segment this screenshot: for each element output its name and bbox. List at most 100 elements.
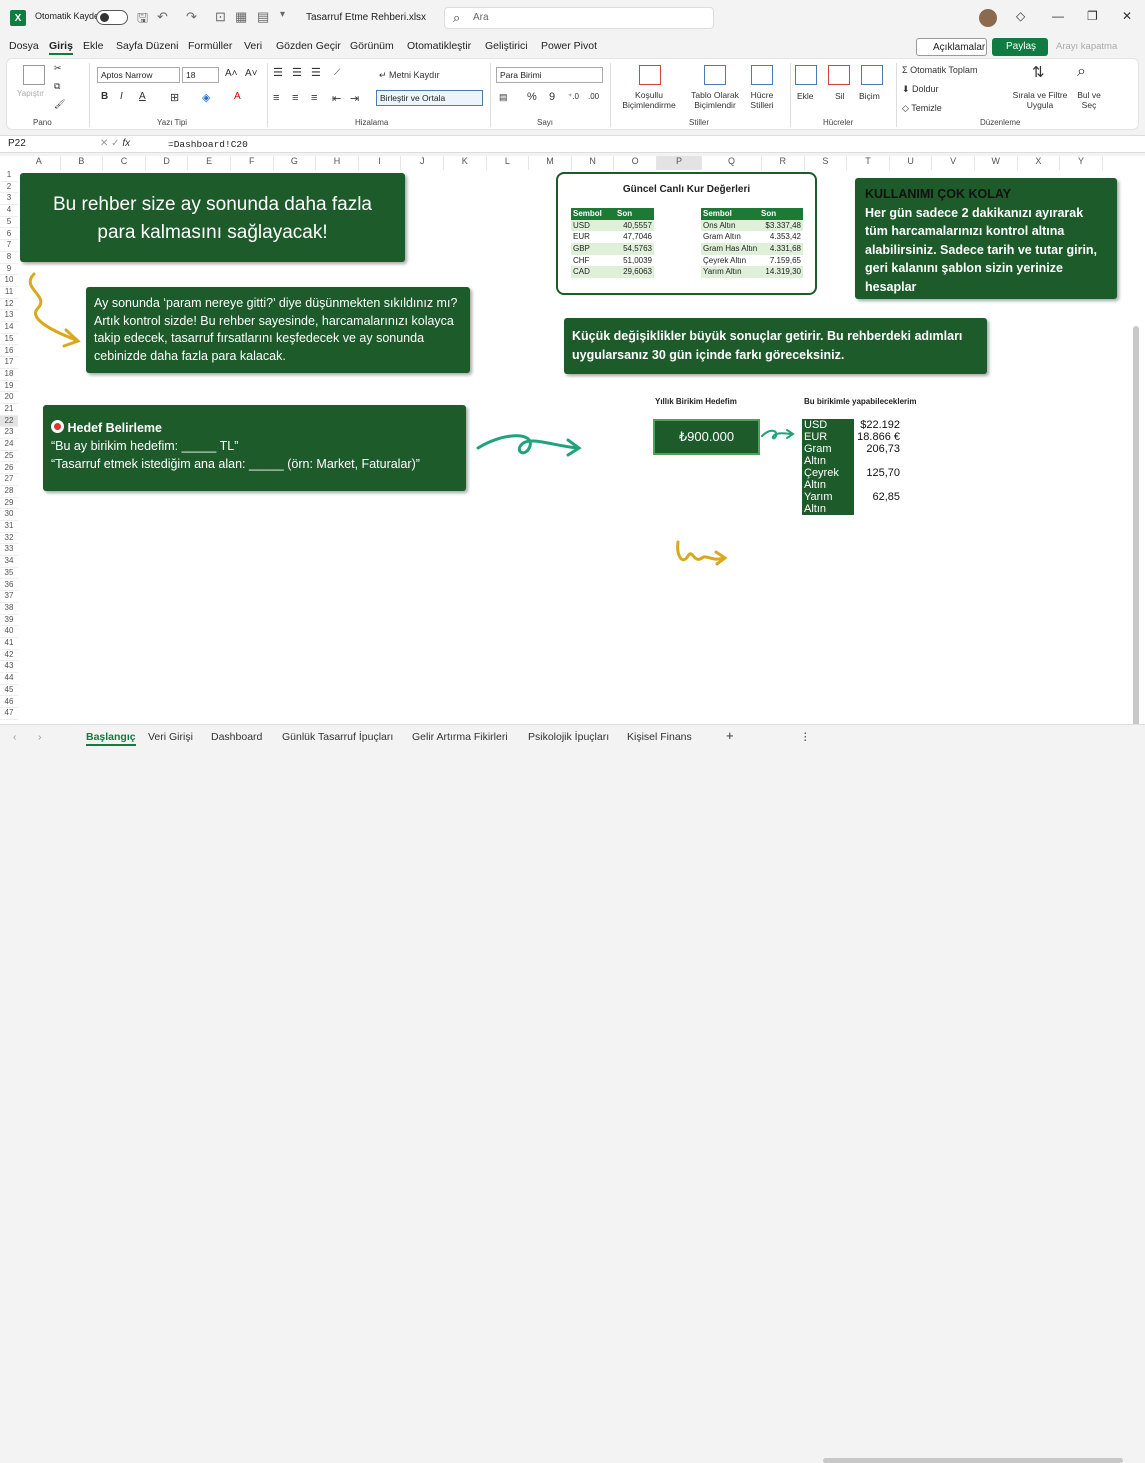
menu-formuller[interactable]: Formüller	[188, 40, 232, 52]
fx-icon[interactable]: ✕ ✓ fx	[100, 138, 130, 149]
file-title[interactable]: Tasarruf Etme Rehberi.xlsx	[306, 12, 426, 23]
row-header[interactable]: 23	[0, 427, 18, 440]
add-sheet-icon[interactable]: +	[726, 728, 734, 743]
row-label[interactable]: CHF	[571, 255, 615, 267]
menu-otomatiklestir[interactable]: Otomatikleştir	[407, 40, 471, 52]
copy-icon[interactable]: ⧉	[54, 81, 60, 92]
decrease-indent-icon[interactable]: ⇤	[332, 92, 341, 105]
orientation-icon[interactable]: ⟋	[334, 67, 340, 78]
name-box[interactable]: P22	[6, 138, 78, 152]
tab-kisisel-finans[interactable]: Kişisel Finans	[627, 731, 692, 743]
row-header[interactable]: 21	[0, 404, 18, 416]
tab-gunluk-tasarruf[interactable]: Günlük Tasarruf İpuçları	[282, 731, 393, 743]
row-value[interactable]: 51,0039	[615, 255, 654, 267]
row-header[interactable]: 47	[0, 708, 18, 720]
maximize-icon[interactable]: ❐	[1087, 9, 1098, 23]
row-header[interactable]: 32	[0, 532, 18, 545]
row-value[interactable]: 62,85	[854, 491, 902, 515]
row-header[interactable]: 18	[0, 368, 18, 381]
row-header[interactable]: 17	[0, 357, 18, 369]
comma-icon[interactable]: 9	[549, 91, 555, 103]
row-label[interactable]: EUR	[571, 231, 615, 243]
worksheet[interactable]: ABCDEFGHIJKLMNOPQRSTUVWXY 1 2 3 4 5 6 7 8 9 10 11 1…	[0, 156, 1145, 724]
row-header[interactable]: 39	[0, 614, 18, 627]
menu-ekle[interactable]: Ekle	[83, 40, 103, 52]
save-icon[interactable]: 🖫	[137, 9, 148, 31]
column-header[interactable]: G	[273, 156, 317, 170]
paste-icon[interactable]	[23, 65, 45, 85]
row-header[interactable]: 19	[0, 380, 18, 393]
row-header[interactable]: 37	[0, 591, 18, 603]
row-header[interactable]: 4	[0, 205, 18, 217]
underline-icon[interactable]: A	[139, 91, 146, 102]
row-value[interactable]: $22.192	[854, 419, 902, 431]
row-value[interactable]: 206,73	[854, 443, 902, 467]
column-header[interactable]: N	[571, 156, 615, 170]
row-value[interactable]: 54,5763	[615, 243, 654, 255]
align-center-icon[interactable]: ≡	[292, 92, 298, 104]
row-header[interactable]: 33	[0, 544, 18, 557]
symbol-header[interactable]: Sembol	[571, 208, 615, 220]
font-shrink-icon[interactable]: A˅	[245, 68, 258, 79]
camera-icon[interactable]: ⊡	[215, 9, 226, 25]
row-label[interactable]: Yarım Altın	[701, 266, 759, 278]
small-changes-card[interactable]: Küçük değişiklikler büyük sonuçlar getir…	[564, 318, 987, 374]
increase-decimal-icon[interactable]: ⁺.0	[568, 92, 579, 101]
row-header[interactable]: 22	[0, 415, 18, 428]
row-value[interactable]: 125,70	[854, 467, 902, 491]
tab-psikolojik[interactable]: Psikolojik İpuçları	[528, 731, 609, 743]
format-table-icon[interactable]	[704, 65, 726, 85]
search-input[interactable]: ⌕ Ara	[444, 7, 714, 29]
clear-button[interactable]: ◇ Temizle	[902, 103, 942, 114]
row-header[interactable]: 41	[0, 638, 18, 650]
column-header[interactable]: H	[316, 156, 359, 170]
delete-cells-label[interactable]: Sil	[835, 91, 844, 101]
border-icon[interactable]: ⊞	[170, 91, 179, 104]
find-select-icon[interactable]: ⌕	[1077, 63, 1086, 81]
more-options-icon[interactable]: ⋮	[800, 731, 811, 743]
menu-giris[interactable]: Giriş	[49, 40, 73, 55]
row-header[interactable]: 34	[0, 556, 18, 568]
accounting-icon[interactable]: ▤	[499, 92, 508, 103]
percent-icon[interactable]: %	[527, 91, 537, 103]
menu-power-pivot[interactable]: Power Pivot	[541, 40, 597, 52]
row-header[interactable]: 10	[0, 275, 18, 287]
row-header[interactable]: 13	[0, 310, 18, 323]
find-select-label[interactable]: Bul ve Seç	[1074, 90, 1104, 110]
redo-icon[interactable]: ↷	[186, 9, 197, 25]
column-header[interactable]: U	[889, 156, 933, 170]
row-value[interactable]: 4.331,68	[759, 243, 803, 255]
symbol-header[interactable]: Sembol	[701, 208, 759, 220]
row-header[interactable]: 29	[0, 497, 18, 510]
sort-filter-label[interactable]: Sırala ve Filtre Uygula	[1007, 90, 1073, 110]
row-header[interactable]: 40	[0, 626, 18, 638]
tab-dashboard[interactable]: Dashboard	[211, 731, 262, 743]
row-label[interactable]: Yarım Altın	[802, 491, 850, 515]
column-header[interactable]: R	[762, 156, 805, 170]
row-header[interactable]: 43	[0, 661, 18, 674]
row-header[interactable]: 2	[0, 181, 18, 194]
column-header[interactable]: J	[401, 156, 444, 170]
row-header[interactable]: 15	[0, 333, 18, 346]
align-middle-icon[interactable]: ☰	[292, 66, 302, 79]
sort-filter-icon[interactable]: ⇅	[1032, 63, 1045, 81]
merge-center-button[interactable]: Birleştir ve Ortala	[376, 90, 483, 106]
customize-qa-icon[interactable]: ▾	[280, 9, 285, 20]
column-header[interactable]: A	[18, 156, 61, 170]
delete-cells-icon[interactable]	[828, 65, 850, 85]
column-header[interactable]: D	[145, 156, 189, 170]
minimize-icon[interactable]: —	[1052, 9, 1064, 23]
column-header[interactable]: C	[103, 156, 146, 170]
column-header[interactable]: O	[614, 156, 657, 170]
cell-styles-icon[interactable]	[751, 65, 773, 85]
conditional-format-label[interactable]: Koşullu Biçimlendirme	[616, 90, 682, 110]
align-bottom-icon[interactable]: ☰	[311, 66, 321, 79]
cell-styles-label[interactable]: Hücre Stilleri	[743, 90, 781, 110]
align-right-icon[interactable]: ≡	[311, 92, 317, 104]
tab-gelir-artirma[interactable]: Gelir Artırma Fikirleri	[412, 731, 508, 743]
row-label[interactable]: USD	[571, 220, 615, 232]
row-header[interactable]: 16	[0, 345, 18, 358]
goal-value-cell[interactable]: ₺900.000	[653, 419, 760, 455]
menu-gozden-gecir[interactable]: Gözden Geçir	[276, 40, 341, 52]
horizontal-scrollbar[interactable]	[823, 1458, 1123, 1463]
